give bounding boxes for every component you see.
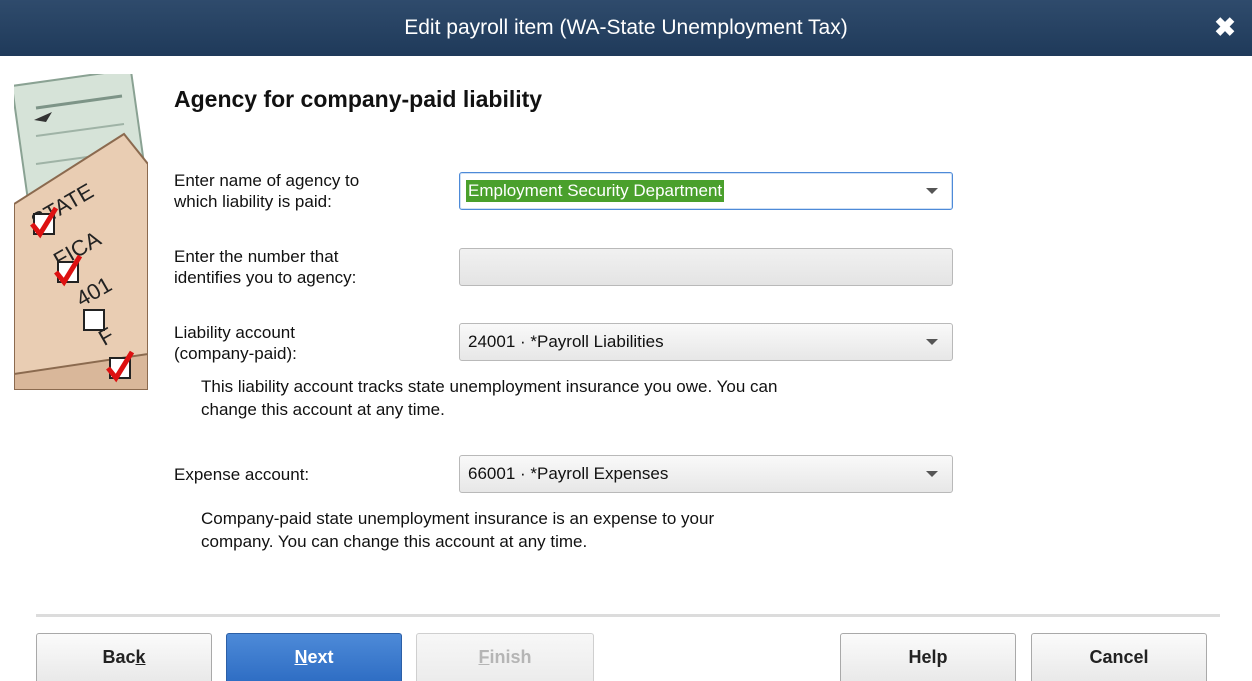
agency-name-label: Enter name of agency to which liability …: [174, 170, 359, 212]
help-button[interactable]: Help: [840, 633, 1016, 681]
agency-name-label-line2: which liability is paid:: [174, 192, 332, 211]
finish-button-mnemonic: F: [478, 647, 490, 667]
window-title: Edit payroll item (WA-State Unemployment…: [404, 16, 848, 39]
title-bar: Edit payroll item (WA-State Unemployment…: [0, 0, 1252, 56]
agency-number-label: Enter the number that identifies you to …: [174, 246, 356, 288]
expense-account-value: 66001 · *Payroll Expenses: [468, 464, 669, 483]
liability-account-help: This liability account tracks state unem…: [201, 375, 991, 421]
agency-name-label-line1: Enter name of agency to: [174, 171, 360, 190]
liability-account-value: 24001 · *Payroll Liabilities: [468, 332, 664, 351]
agency-number-label-line2: identifies you to agency:: [174, 268, 357, 287]
expense-account-label: Expense account:: [174, 465, 310, 484]
finish-button[interactable]: Finish: [416, 633, 594, 681]
liability-help-line2: change this account at any time.: [201, 400, 445, 419]
chevron-down-icon[interactable]: [926, 471, 938, 477]
close-icon[interactable]: ✖: [1212, 12, 1238, 42]
liability-help-line1: This liability account tracks state unem…: [201, 377, 778, 396]
payroll-checklist-illustration: STATE FICA 401 F: [14, 74, 148, 390]
liability-account-label-line2: (company-paid):: [174, 344, 297, 363]
next-button[interactable]: Next: [226, 633, 402, 681]
expense-account-dropdown[interactable]: 66001 · *Payroll Expenses: [459, 455, 953, 493]
back-button-mnemonic: k: [135, 647, 146, 667]
expense-help-line2: company. You can change this account at …: [201, 532, 588, 551]
chevron-down-icon[interactable]: [926, 339, 938, 345]
agency-name-dropdown[interactable]: Employment Security Department: [459, 172, 953, 210]
liability-account-label: Liability account (company-paid):: [174, 322, 297, 364]
agency-number-input[interactable]: [459, 248, 953, 286]
liability-account-dropdown[interactable]: 24001 · *Payroll Liabilities: [459, 323, 953, 361]
page-heading: Agency for company-paid liability: [174, 86, 543, 112]
cancel-button[interactable]: Cancel: [1031, 633, 1207, 681]
back-button-label: Bac: [102, 647, 136, 667]
agency-number-label-line1: Enter the number that: [174, 247, 339, 266]
agency-name-value: Employment Security Department: [466, 180, 725, 202]
back-button[interactable]: Bac k: [36, 633, 212, 681]
expense-account-help: Company-paid state unemployment insuranc…: [201, 507, 991, 553]
footer-divider: [36, 614, 1220, 617]
next-button-mnemonic: N: [294, 647, 308, 667]
next-button-label: ext: [307, 647, 334, 667]
finish-button-label: inish: [489, 647, 532, 667]
liability-account-label-line1: Liability account: [174, 323, 295, 342]
expense-help-line1: Company-paid state unemployment insuranc…: [201, 509, 715, 528]
chevron-down-icon[interactable]: [926, 188, 938, 194]
